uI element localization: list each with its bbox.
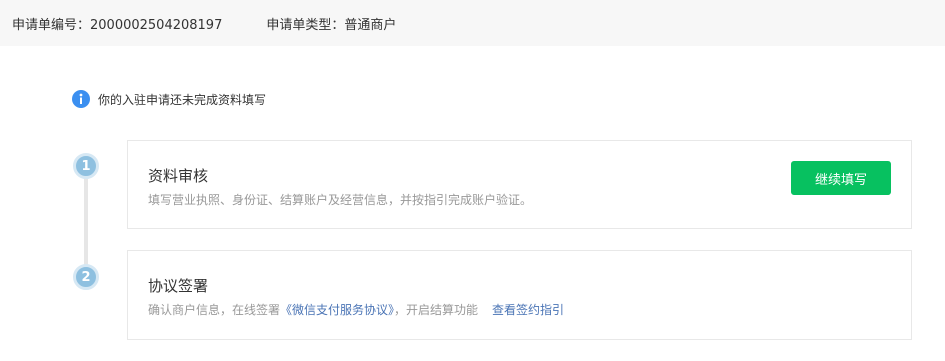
step-number-2: 2 <box>73 264 99 290</box>
step-title-agreement: 协议签署 <box>148 277 209 295</box>
signing-guide-link[interactable]: 查看签约指引 <box>492 303 564 317</box>
agreement-desc-prefix: 确认商户信息，在线签署 <box>148 303 281 317</box>
payment-agreement-link[interactable]: 《微信支付服务协议》 <box>280 303 394 317</box>
step-title-review: 资料审核 <box>148 167 209 185</box>
step-desc-agreement: 确认商户信息，在线签署《微信支付服务协议》，开启结算功能 查看签约指引 <box>148 301 564 318</box>
application-type: 申请单类型：普通商户 <box>266 17 397 33</box>
agreement-desc-suffix: ，开启结算功能 <box>394 303 479 317</box>
timeline-connector <box>84 178 88 266</box>
step-number-1: 1 <box>73 153 99 179</box>
step-card-agreement: 协议签署 确认商户信息，在线签署《微信支付服务协议》，开启结算功能 查看签约指引 <box>127 250 912 340</box>
notice-text: 你的入驻申请还未完成资料填写 <box>98 92 267 107</box>
continue-fill-button[interactable]: 继续填写 <box>791 161 891 195</box>
info-icon <box>72 90 90 108</box>
application-id: 申请单编号：2000002504208197 <box>12 17 223 33</box>
incomplete-notice: 你的入驻申请还未完成资料填写 <box>72 90 266 108</box>
step-card-review: 资料审核 填写营业执照、身份证、结算账户及经营信息，并按指引完成账户验证。 继续… <box>127 140 912 229</box>
step-desc-review: 填写营业执照、身份证、结算账户及经营信息，并按指引完成账户验证。 <box>148 193 533 207</box>
application-header: 申请单编号：2000002504208197 申请单类型：普通商户 <box>0 0 945 46</box>
